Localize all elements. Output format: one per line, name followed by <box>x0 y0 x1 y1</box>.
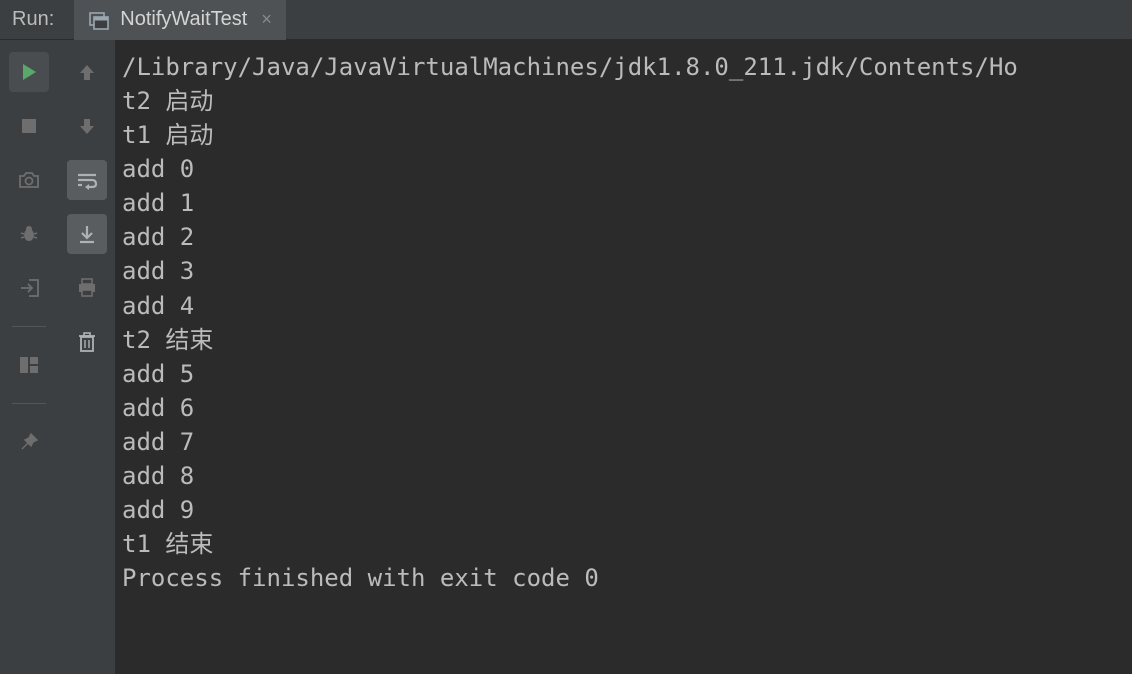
console-line: t2 结束 <box>116 323 1132 357</box>
console-line: t1 结束 <box>116 527 1132 561</box>
print-button[interactable] <box>67 268 107 308</box>
left-toolbar-2 <box>58 40 116 674</box>
run-label: Run: <box>0 8 74 31</box>
run-config-tab[interactable]: NotifyWaitTest × <box>74 0 286 40</box>
toolbar-separator <box>12 326 46 327</box>
down-arrow-icon <box>78 116 96 136</box>
run-tool-body: /Library/Java/JavaVirtualMachines/jdk1.8… <box>0 40 1132 674</box>
pin-button[interactable] <box>9 422 49 462</box>
run-icon <box>18 61 40 83</box>
console-line: add 2 <box>116 220 1132 254</box>
layout-button[interactable] <box>9 345 49 385</box>
toolbar-separator <box>12 403 46 404</box>
soft-wrap-button[interactable] <box>67 160 107 200</box>
stop-icon <box>20 117 38 135</box>
run-tool-header: Run: NotifyWaitTest × <box>0 0 1132 40</box>
clear-all-button[interactable] <box>67 322 107 362</box>
exit-button[interactable] <box>9 268 49 308</box>
console-line: add 7 <box>116 425 1132 459</box>
trash-icon <box>78 331 96 353</box>
console-line: add 9 <box>116 493 1132 527</box>
application-icon <box>88 9 110 31</box>
console-line: add 0 <box>116 152 1132 186</box>
camera-icon <box>18 170 40 190</box>
scroll-to-end-button[interactable] <box>67 214 107 254</box>
console-line: Process finished with exit code 0 <box>116 561 1132 595</box>
console-line: add 8 <box>116 459 1132 493</box>
console-output[interactable]: /Library/Java/JavaVirtualMachines/jdk1.8… <box>116 40 1132 674</box>
pin-icon <box>19 432 39 452</box>
exit-icon <box>18 277 40 299</box>
console-line: t1 启动 <box>116 118 1132 152</box>
tab-label: NotifyWaitTest <box>120 8 247 31</box>
console-line: add 6 <box>116 391 1132 425</box>
up-arrow-icon <box>78 62 96 82</box>
layout-icon <box>19 356 39 374</box>
bug-icon <box>18 223 40 245</box>
soft-wrap-icon <box>75 170 99 190</box>
attach-debugger-button[interactable] <box>9 214 49 254</box>
console-line: t2 启动 <box>116 84 1132 118</box>
console-line: add 4 <box>116 289 1132 323</box>
print-icon <box>76 277 98 299</box>
console-line: add 3 <box>116 254 1132 288</box>
down-stack-button[interactable] <box>67 106 107 146</box>
rerun-button[interactable] <box>9 52 49 92</box>
left-toolbar-1 <box>0 40 58 674</box>
scroll-to-end-icon <box>76 223 98 245</box>
console-line: /Library/Java/JavaVirtualMachines/jdk1.8… <box>116 50 1132 84</box>
up-stack-button[interactable] <box>67 52 107 92</box>
console-line: add 1 <box>116 186 1132 220</box>
close-icon[interactable]: × <box>261 9 272 30</box>
console-line: add 5 <box>116 357 1132 391</box>
stop-button[interactable] <box>9 106 49 146</box>
dump-threads-button[interactable] <box>9 160 49 200</box>
